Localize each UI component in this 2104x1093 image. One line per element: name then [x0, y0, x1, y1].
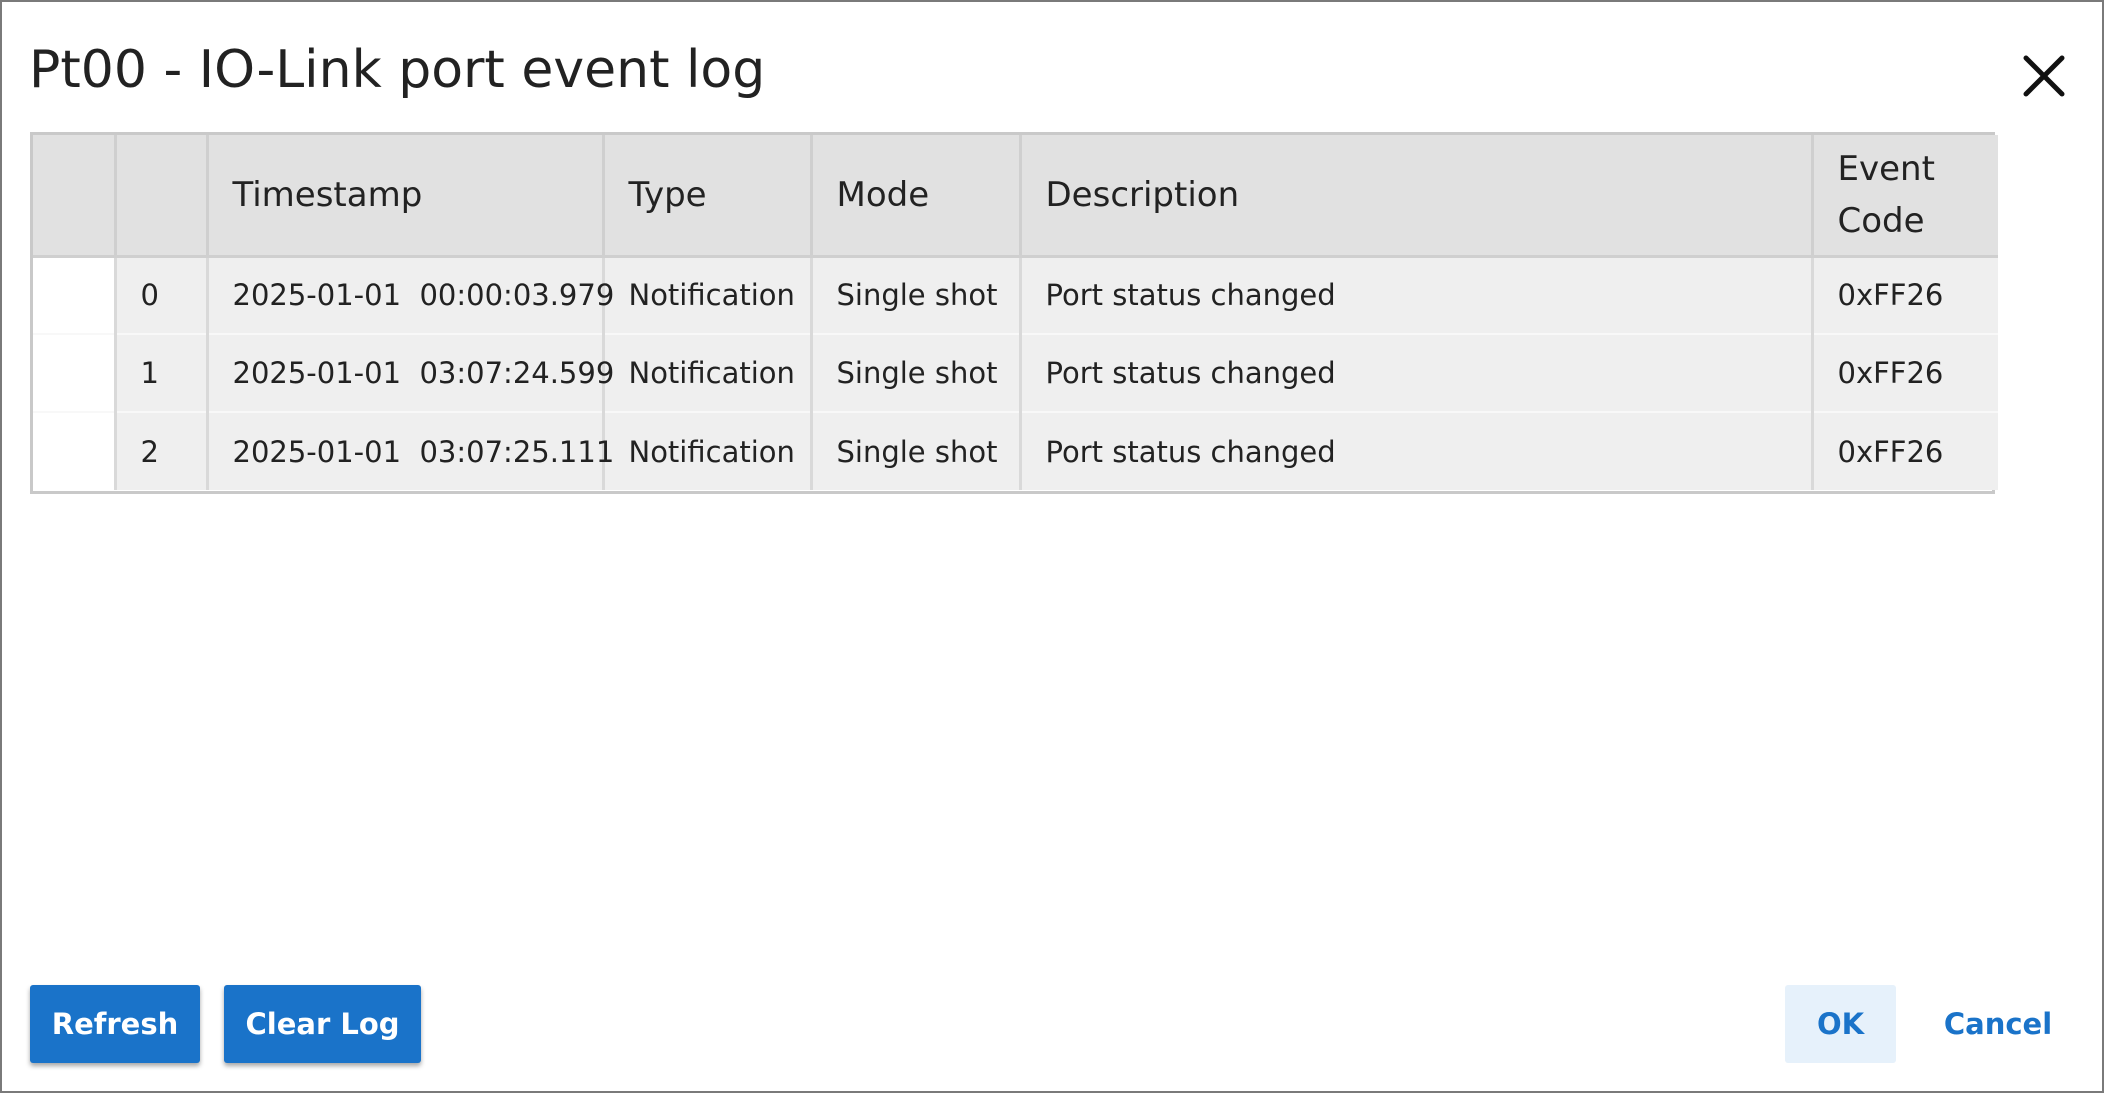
- row-timestamp: 2025-01-01 03:07:25.111: [205, 412, 614, 490]
- column-header-index[interactable]: [113, 135, 207, 258]
- refresh-button[interactable]: Refresh: [30, 985, 200, 1063]
- row-description: Port status changed: [1018, 334, 1812, 413]
- row-description: Port status changed: [1018, 256, 1812, 335]
- ok-button[interactable]: OK: [1785, 985, 1896, 1063]
- column-header-timestamp[interactable]: Timestamp: [205, 135, 603, 258]
- table-header-row: Timestamp Type Mode Description Event Co…: [33, 135, 1998, 258]
- row-index: 1: [113, 334, 207, 413]
- table-row[interactable]: 2 2025-01-01 03:07:25.111 Notification S…: [33, 412, 1998, 490]
- row-type: Notification: [601, 334, 811, 413]
- row-type: Notification: [601, 256, 811, 335]
- column-header-select[interactable]: [33, 135, 115, 258]
- column-header-event-code[interactable]: Event Code: [1810, 135, 1998, 258]
- column-header-description[interactable]: Description: [1018, 135, 1812, 258]
- row-timestamp: 2025-01-01 00:00:03.979: [205, 256, 614, 335]
- row-description: Port status changed: [1018, 412, 1812, 490]
- row-mode: Single shot: [809, 412, 1020, 490]
- column-header-mode[interactable]: Mode: [809, 135, 1020, 258]
- column-header-type[interactable]: Type: [601, 135, 811, 258]
- row-index: 2: [113, 412, 207, 490]
- event-log-dialog: Pt00 - IO-Link port event log Timestamp …: [0, 0, 2104, 1093]
- row-timestamp: 2025-01-01 03:07:24.599: [205, 334, 614, 413]
- cancel-button[interactable]: Cancel: [1932, 985, 2064, 1063]
- row-event-code: 0xFF26: [1810, 334, 1998, 413]
- row-mode: Single shot: [809, 256, 1020, 335]
- dialog-title: Pt00 - IO-Link port event log: [29, 40, 766, 100]
- event-log-table: Timestamp Type Mode Description Event Co…: [30, 132, 1998, 494]
- table-row[interactable]: 1 2025-01-01 03:07:24.599 Notification S…: [33, 334, 1998, 413]
- close-icon[interactable]: [2016, 48, 2072, 104]
- row-mode: Single shot: [809, 334, 1020, 413]
- clear-log-button[interactable]: Clear Log: [224, 985, 421, 1063]
- row-event-code: 0xFF26: [1810, 412, 1998, 490]
- table-row[interactable]: 0 2025-01-01 00:00:03.979 Notification S…: [33, 256, 1998, 335]
- row-event-code: 0xFF26: [1810, 256, 1998, 335]
- row-index: 0: [113, 256, 207, 335]
- row-select-cell[interactable]: [33, 256, 115, 335]
- row-select-cell[interactable]: [33, 412, 115, 490]
- row-select-cell[interactable]: [33, 334, 115, 413]
- row-type: Notification: [601, 412, 811, 490]
